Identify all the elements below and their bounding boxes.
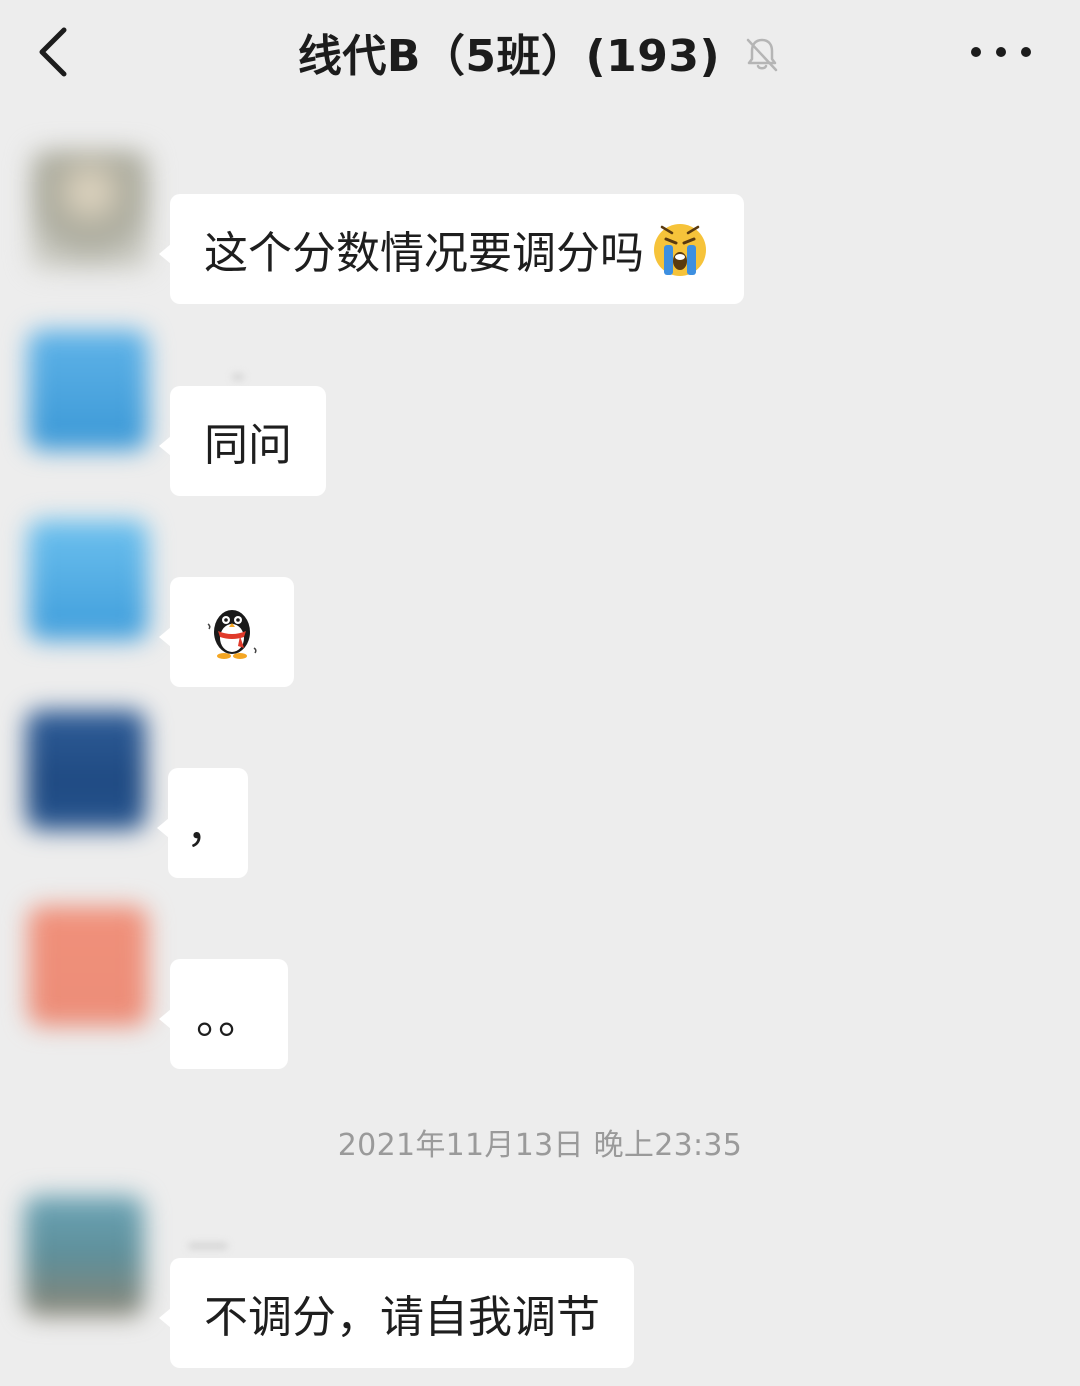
chat-header: 线代B（5班）(193): [0, 0, 1080, 104]
message-timestamp: 2021年11月13日 晚上23:35: [337, 1128, 743, 1163]
message-bubble[interactable]: ，: [157, 768, 248, 878]
avatar[interactable]: [26, 710, 146, 830]
message-text: 。。: [196, 993, 262, 1044]
sender-name: [188, 1243, 228, 1249]
loudly-crying-face-icon: [654, 224, 706, 276]
message-text: 这个分数情况要调分吗: [204, 228, 644, 279]
message-bubble[interactable]: 。。: [159, 959, 288, 1069]
message-bubble[interactable]: 这个分数情况要调分吗: [159, 194, 744, 304]
chat-title-group: 线代B（5班）(193): [0, 22, 1080, 82]
avatar[interactable]: [30, 150, 150, 270]
chat-window: 线代B（5班）(193) 这个分数情况要调分吗 同问 ， 。。 2021年11月…: [0, 0, 1080, 1386]
message-bubble[interactable]: 同问: [159, 386, 326, 496]
avatar[interactable]: [24, 1196, 144, 1316]
message-bubble[interactable]: [159, 577, 294, 687]
message-bubble[interactable]: 不调分，请自我调节: [159, 1258, 634, 1368]
message-text: 同问: [204, 420, 292, 471]
avatar[interactable]: [28, 330, 148, 450]
message-text: ，: [186, 802, 230, 853]
avatar[interactable]: [28, 520, 148, 640]
qq-penguin-sticker-icon: [207, 610, 257, 659]
more-options-button[interactable]: [966, 30, 1036, 74]
chat-title: 线代B（5班）(193): [297, 31, 721, 82]
message-text: 不调分，请自我调节: [204, 1292, 600, 1343]
sender-name: [232, 374, 244, 380]
more-dots-icon: [971, 47, 1031, 57]
avatar[interactable]: [28, 906, 148, 1026]
bell-off-icon: [746, 38, 778, 72]
